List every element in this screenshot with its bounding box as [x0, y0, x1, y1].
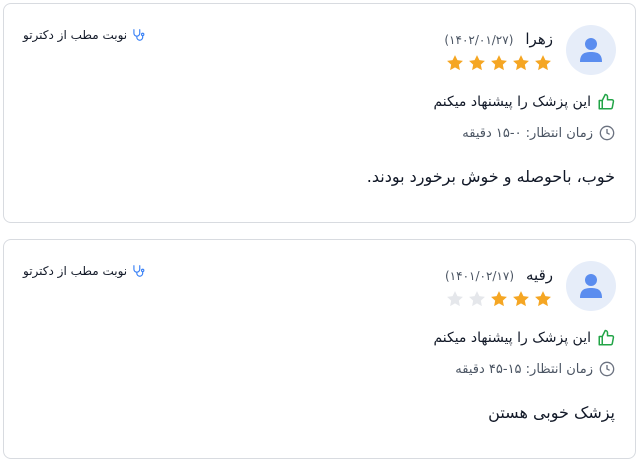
review-card: زهرا (۱۴۰۲/۰۱/۲۷) این پزشک را پیشنهاد می…: [3, 3, 636, 223]
thumbs-up-icon: [598, 329, 615, 346]
star-filled-icon: [513, 55, 529, 71]
star-filled-icon: [513, 291, 529, 307]
user-icon: [580, 38, 602, 62]
star-filled-icon: [447, 55, 463, 71]
recommendation: این پزشک را پیشنهاد میکنم: [433, 93, 615, 111]
star-empty-icon: [469, 291, 485, 307]
star-filled-icon: [535, 291, 551, 307]
thumbs-up-icon: [598, 93, 615, 110]
review-comment: خوب، باحوصله و خوش برخورد بودند.: [366, 167, 615, 186]
wait-time-text: زمان انتظار: ۱۵-۴۵ دقیقه: [455, 361, 593, 377]
reviewer-header: رقیه (۱۴۰۱/۰۲/۱۷): [445, 266, 553, 284]
clock-icon: [599, 361, 615, 377]
recommendation-text: این پزشک را پیشنهاد میکنم: [433, 330, 591, 346]
reviewer-header: زهرا (۱۴۰۲/۰۱/۲۷): [444, 30, 553, 48]
book-appointment-link[interactable]: نوبت مطب از دکترتو: [23, 264, 145, 278]
recommendation-text: این پزشک را پیشنهاد میکنم: [433, 94, 591, 110]
avatar: [566, 25, 616, 75]
star-rating: [445, 289, 553, 309]
review-comment: پزشک خوبی هستن: [488, 403, 615, 422]
book-appointment-text: نوبت مطب از دکترتو: [23, 28, 128, 42]
recommendation: این پزشک را پیشنهاد میکنم: [433, 329, 615, 347]
wait-time: زمان انتظار: ۰-۱۵ دقیقه: [462, 125, 615, 141]
book-appointment-link[interactable]: نوبت مطب از دکترتو: [23, 28, 145, 42]
star-filled-icon: [469, 55, 485, 71]
wait-time-text: زمان انتظار: ۰-۱۵ دقیقه: [462, 125, 593, 141]
book-appointment-text: نوبت مطب از دکترتو: [23, 264, 128, 278]
stethoscope-icon: [133, 265, 145, 277]
review-date: (۱۴۰۱/۰۲/۱۷): [444, 269, 515, 283]
star-filled-icon: [491, 291, 507, 307]
review-date: (۱۴۰۲/۰۱/۲۷): [444, 33, 514, 47]
reviewer-name: رقیه: [526, 266, 553, 284]
reviewer-name: زهرا: [525, 30, 553, 48]
star-empty-icon: [447, 291, 463, 307]
star-filled-icon: [535, 55, 551, 71]
stethoscope-icon: [133, 29, 145, 41]
wait-time: زمان انتظار: ۱۵-۴۵ دقیقه: [455, 361, 615, 377]
user-icon: [580, 274, 602, 298]
review-card: رقیه (۱۴۰۱/۰۲/۱۷) این پزشک را پیشنهاد می…: [3, 239, 636, 459]
avatar: [566, 261, 616, 311]
star-filled-icon: [491, 55, 507, 71]
clock-icon: [599, 125, 615, 141]
star-rating: [445, 53, 553, 73]
